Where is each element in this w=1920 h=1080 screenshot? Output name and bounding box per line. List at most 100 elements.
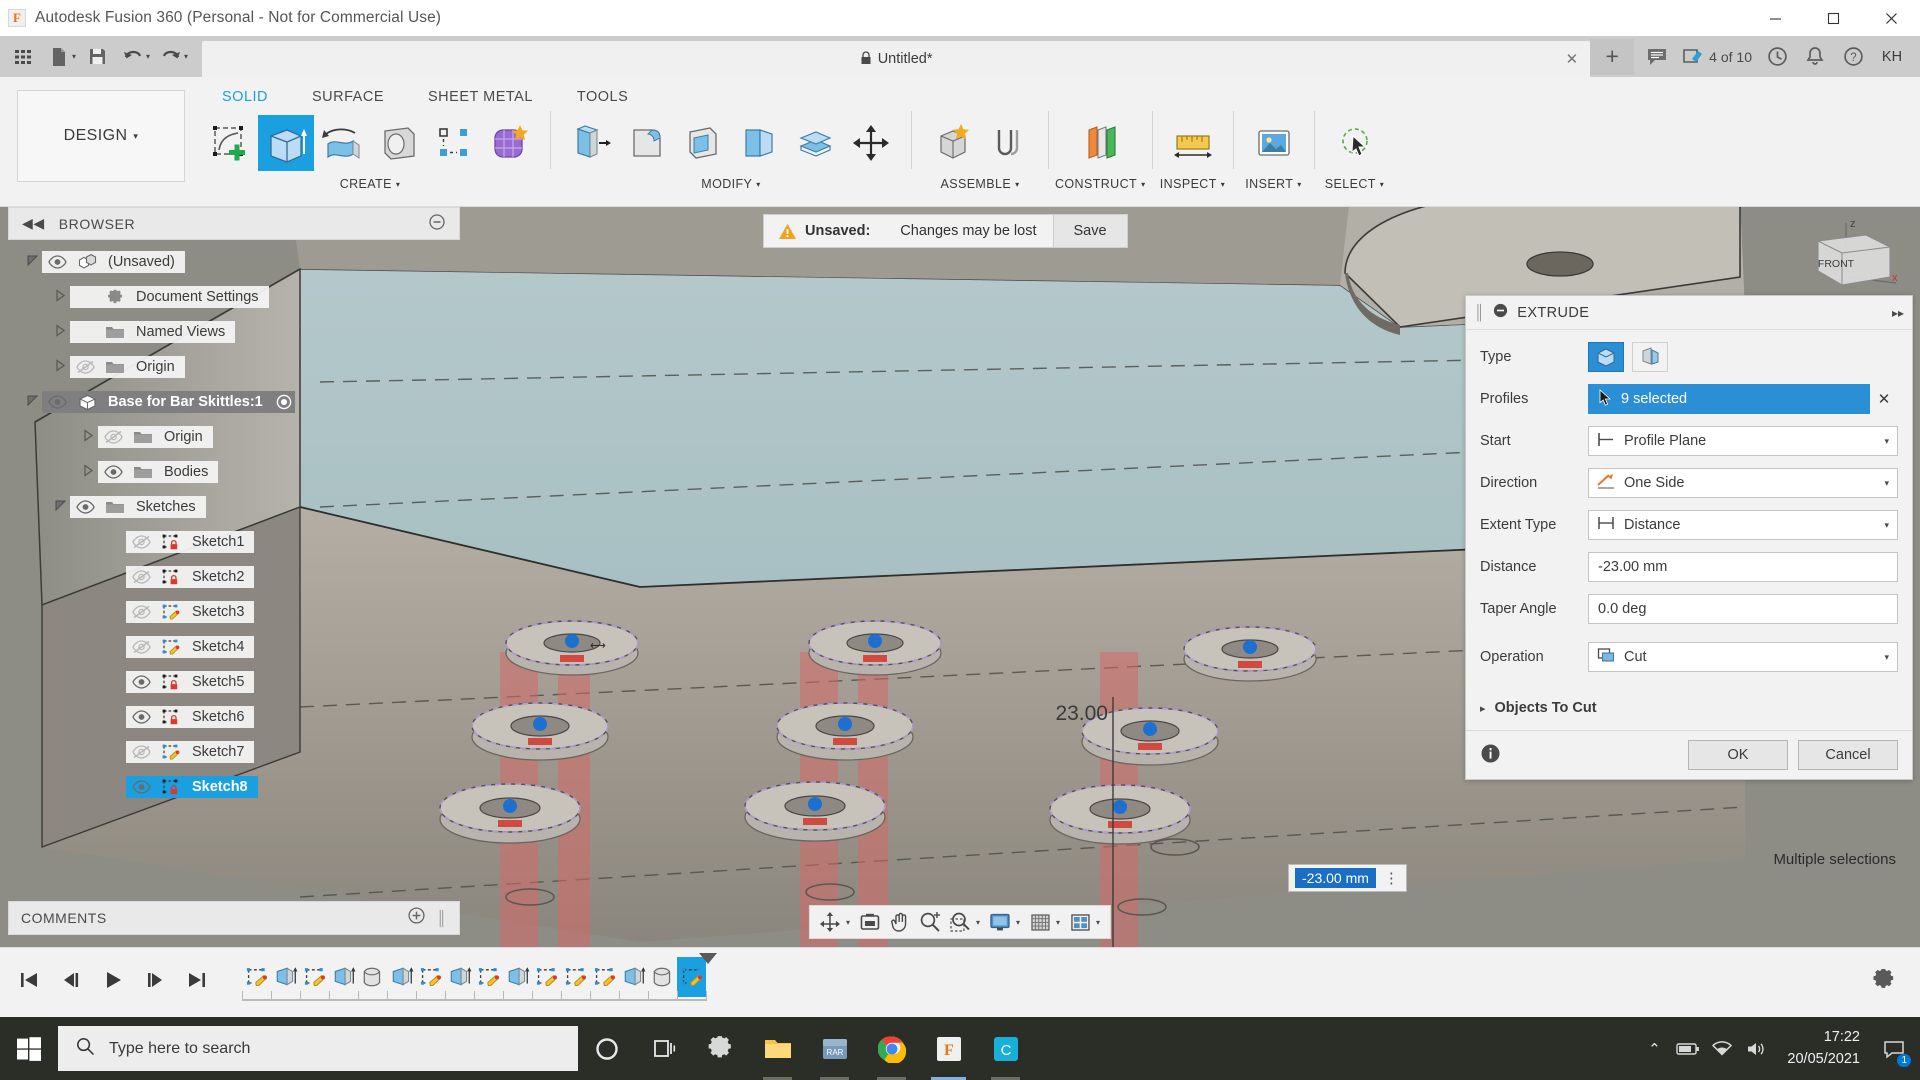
dropdown-direction[interactable]: One Side▾ <box>1588 468 1898 498</box>
visibility-hidden-icon[interactable] <box>98 426 128 448</box>
clear-selection-icon[interactable]: ✕ <box>1870 390 1898 408</box>
play-icon[interactable] <box>102 970 124 995</box>
create-sketch-icon[interactable] <box>202 115 258 171</box>
type-simple-button[interactable] <box>1588 342 1624 372</box>
visibility-eye-icon[interactable] <box>98 461 128 483</box>
step-back-icon[interactable] <box>60 970 82 995</box>
timeline-feature-13[interactable] <box>619 957 648 997</box>
chrome-icon[interactable] <box>863 1017 920 1080</box>
collapse-left-icon[interactable]: ◀◀ <box>22 215 45 232</box>
profiles-selection-button[interactable]: 9 selected <box>1588 384 1870 414</box>
chevron-down-icon[interactable]: ▾ <box>1884 652 1889 663</box>
zoom-window-caret-icon[interactable]: ▾ <box>976 918 980 927</box>
undo-caret-icon[interactable]: ▾ <box>146 52 150 61</box>
zoom-window-icon[interactable] <box>946 907 974 937</box>
new-document-caret-icon[interactable]: ▾ <box>72 52 76 61</box>
timeline-feature-11[interactable] <box>561 957 590 997</box>
expand-arrow-down-icon[interactable] <box>22 394 42 410</box>
move-copy-icon[interactable] <box>843 115 899 171</box>
windows-start-icon[interactable] <box>0 1017 58 1080</box>
timeline-settings-gear-icon[interactable] <box>1872 968 1920 997</box>
action-center-icon[interactable]: 1 <box>1874 1017 1914 1080</box>
taskbar-clock[interactable]: 17:22 20/05/2021 <box>1773 1017 1874 1080</box>
show-hidden-icons-caret[interactable]: ⌃ <box>1637 1017 1671 1080</box>
dialog-collapse-icon[interactable] <box>1493 303 1508 322</box>
shell-icon[interactable] <box>675 115 731 171</box>
tree-item-origin[interactable]: Origin <box>8 353 460 381</box>
timeline-feature-2[interactable] <box>300 957 329 997</box>
minimize-icon[interactable] <box>429 214 459 233</box>
timeline-feature-7[interactable] <box>445 957 474 997</box>
comment-icon[interactable] <box>1640 40 1674 74</box>
dropdown-start[interactable]: Profile Plane▾ <box>1588 426 1898 456</box>
timeline-feature-4[interactable] <box>358 957 387 997</box>
visibility-eye-icon[interactable] <box>42 251 72 273</box>
user-avatar[interactable]: KH <box>1874 40 1910 74</box>
tree-item-sketch2[interactable]: Sketch2 <box>8 563 460 591</box>
look-at-icon[interactable] <box>856 907 884 937</box>
ribbon-group-select-label[interactable]: SELECT ▾ <box>1325 177 1384 191</box>
fillet-icon[interactable] <box>619 115 675 171</box>
insert-image-icon[interactable] <box>1246 115 1302 171</box>
document-tab-close-icon[interactable]: ✕ <box>1566 50 1579 68</box>
dropdown-extent-type[interactable]: Distance▾ <box>1588 510 1898 540</box>
redo-caret-icon[interactable]: ▾ <box>184 52 188 61</box>
type-tapered-button[interactable] <box>1632 342 1668 372</box>
visibility-eye-icon[interactable] <box>70 496 100 518</box>
wifi-icon[interactable] <box>1705 1017 1739 1080</box>
3d-viewport[interactable]: ⟷ <box>0 207 1920 947</box>
timeline-feature-5[interactable] <box>387 957 416 997</box>
extrude-icon[interactable] <box>258 115 314 171</box>
viewports-caret-icon[interactable]: ▾ <box>1096 918 1100 927</box>
resize-grip[interactable]: ║ <box>437 910 447 926</box>
tab-sheet-metal[interactable]: SHEET METAL <box>406 85 555 109</box>
dimension-input-value[interactable]: -23.00 mm <box>1295 868 1376 888</box>
grid-snap-caret-icon[interactable]: ▾ <box>1056 918 1060 927</box>
document-tab[interactable]: Untitled* ✕ <box>202 41 1590 77</box>
workspace-switcher[interactable]: DESIGN ▾ <box>17 90 185 182</box>
tree-item-sketch5[interactable]: Sketch5 <box>8 668 460 696</box>
display-settings-icon[interactable] <box>986 907 1014 937</box>
expand-arrow-right-icon[interactable] <box>50 359 70 375</box>
tree-item-sketch3[interactable]: Sketch3 <box>8 598 460 626</box>
expand-arrow-right-icon[interactable] <box>78 464 98 480</box>
dialog-grip[interactable]: ║ <box>1474 305 1484 321</box>
tree-item-named-views[interactable]: Named Views <box>8 318 460 346</box>
visibility-hidden-icon[interactable] <box>70 356 100 378</box>
recent-icon[interactable] <box>1760 40 1794 74</box>
draft-icon[interactable] <box>731 115 787 171</box>
orbit-icon[interactable] <box>816 907 844 937</box>
timeline-feature-0[interactable] <box>242 957 271 997</box>
file-explorer-icon[interactable] <box>749 1017 806 1080</box>
minimize-button[interactable] <box>1746 0 1804 36</box>
expand-arrow-right-icon[interactable] <box>50 324 70 340</box>
offset-face-icon[interactable] <box>787 115 843 171</box>
ribbon-group-construct-label[interactable]: CONSTRUCT ▾ <box>1055 177 1146 191</box>
battery-icon[interactable] <box>1671 1017 1705 1080</box>
timeline-feature-8[interactable] <box>474 957 503 997</box>
ribbon-group-assemble-label[interactable]: ASSEMBLE ▾ <box>940 177 1019 191</box>
sweep-icon[interactable] <box>370 115 426 171</box>
tree-item-document-settings[interactable]: Document Settings <box>8 283 460 311</box>
visibility-eye-icon[interactable] <box>126 706 156 728</box>
dimension-input-menu-icon[interactable]: ⋮ <box>1384 869 1400 887</box>
timeline-feature-10[interactable] <box>532 957 561 997</box>
tree-item-sketch6[interactable]: Sketch6 <box>8 703 460 731</box>
expand-arrow-down-icon[interactable] <box>50 499 70 515</box>
dimension-input[interactable]: -23.00 mm ⋮ <box>1288 864 1407 892</box>
tree-item-sketch4[interactable]: Sketch4 <box>8 633 460 661</box>
job-status-button[interactable]: 4 of 10 <box>1678 40 1756 74</box>
info-icon[interactable] <box>1480 743 1501 768</box>
select-icon[interactable] <box>1327 115 1383 171</box>
pan-icon[interactable] <box>886 907 914 937</box>
tree-item-origin[interactable]: Origin <box>8 423 460 451</box>
maximize-button[interactable] <box>1804 0 1862 36</box>
pattern-icon[interactable] <box>426 115 482 171</box>
tab-solid[interactable]: SOLID <box>200 85 290 109</box>
ribbon-group-modify-label[interactable]: MODIFY ▾ <box>701 177 760 191</box>
visibility-hidden-icon[interactable] <box>126 741 156 763</box>
visibility-hidden-icon[interactable] <box>126 566 156 588</box>
taskbar-search-box[interactable]: Type here to search <box>58 1026 578 1071</box>
objects-to-cut-section[interactable]: ▸ Objects To Cut <box>1466 690 1912 730</box>
orbit-caret-icon[interactable]: ▾ <box>846 918 850 927</box>
